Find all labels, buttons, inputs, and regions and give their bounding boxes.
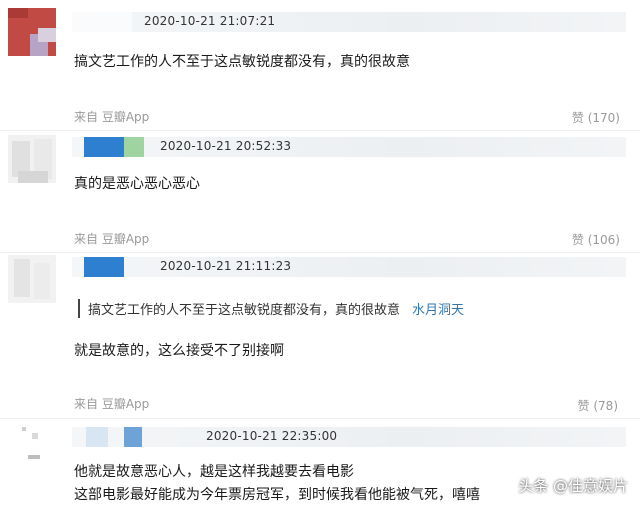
comment-text-line-2: 这部电影最好能成为今年票房冠军，到时候我看他能被气死，嘻嘻	[74, 487, 480, 503]
comment-text: 搞文艺工作的人不至于这点敏锐度都没有，真的很故意	[74, 54, 410, 70]
like-button[interactable]: 赞 (106)	[572, 231, 620, 248]
comment-header: 2020-10-21 21:11:23	[72, 257, 626, 277]
avatar-image	[8, 8, 56, 56]
quoted-author-link[interactable]: 水月洞天	[412, 303, 464, 318]
avatar[interactable]	[8, 8, 56, 56]
comment-text: 就是故意的，这么接受不了别接啊	[74, 343, 284, 359]
username-redacted[interactable]	[86, 427, 108, 447]
comment-1: 2020-10-21 21:07:21 搞文艺工作的人不至于这点敏锐度都没有，真…	[0, 0, 640, 128]
comment-timestamp: 2020-10-21 20:52:33	[160, 139, 292, 153]
quoted-text: 搞文艺工作的人不至于这点敏锐度都没有，真的很故意	[88, 303, 401, 318]
username-redacted[interactable]	[84, 137, 124, 157]
avatar-image	[8, 255, 56, 303]
quoted-reply: 搞文艺工作的人不至于这点敏锐度都没有，真的很故意 水月洞天	[78, 299, 464, 318]
username-redacted[interactable]	[72, 12, 132, 32]
comment-source: 来自 豆瓣App	[74, 232, 150, 246]
comment-text: 真的是恶心恶心恶心	[74, 176, 200, 192]
comment-timestamp: 2020-10-21 22:35:00	[206, 429, 338, 443]
comment-header: 2020-10-21 20:52:33	[72, 137, 626, 157]
comment-2: 2020-10-21 20:52:33 真的是恶心恶心恶心 来自 豆瓣App 赞…	[0, 131, 640, 251]
watermark: 头条 @佳意娱片	[518, 477, 628, 495]
avatar-image	[8, 135, 56, 183]
comment-header: 2020-10-21 22:35:00	[72, 427, 626, 447]
comment-timestamp: 2020-10-21 21:07:21	[144, 14, 276, 28]
comment-source: 来自 豆瓣App	[74, 397, 150, 411]
comment-source: 来自 豆瓣App	[74, 110, 150, 124]
comment-header: 2020-10-21 21:07:21	[72, 12, 626, 32]
comment-text-line-1: 他就是故意恶心人，越是这样我越要去看电影	[74, 464, 354, 480]
avatar[interactable]	[8, 425, 56, 465]
username-redacted-part	[124, 427, 142, 447]
like-button[interactable]: 赞 (78)	[578, 397, 618, 414]
comment-3: 2020-10-21 21:11:23 搞文艺工作的人不至于这点敏锐度都没有，真…	[0, 253, 640, 417]
avatar-image	[8, 425, 56, 465]
avatar[interactable]	[8, 135, 56, 183]
username-redacted[interactable]	[84, 257, 124, 277]
comment-timestamp: 2020-10-21 21:11:23	[160, 259, 292, 273]
username-redacted-part	[124, 137, 144, 157]
like-button[interactable]: 赞 (170)	[572, 109, 620, 126]
avatar[interactable]	[8, 255, 56, 303]
